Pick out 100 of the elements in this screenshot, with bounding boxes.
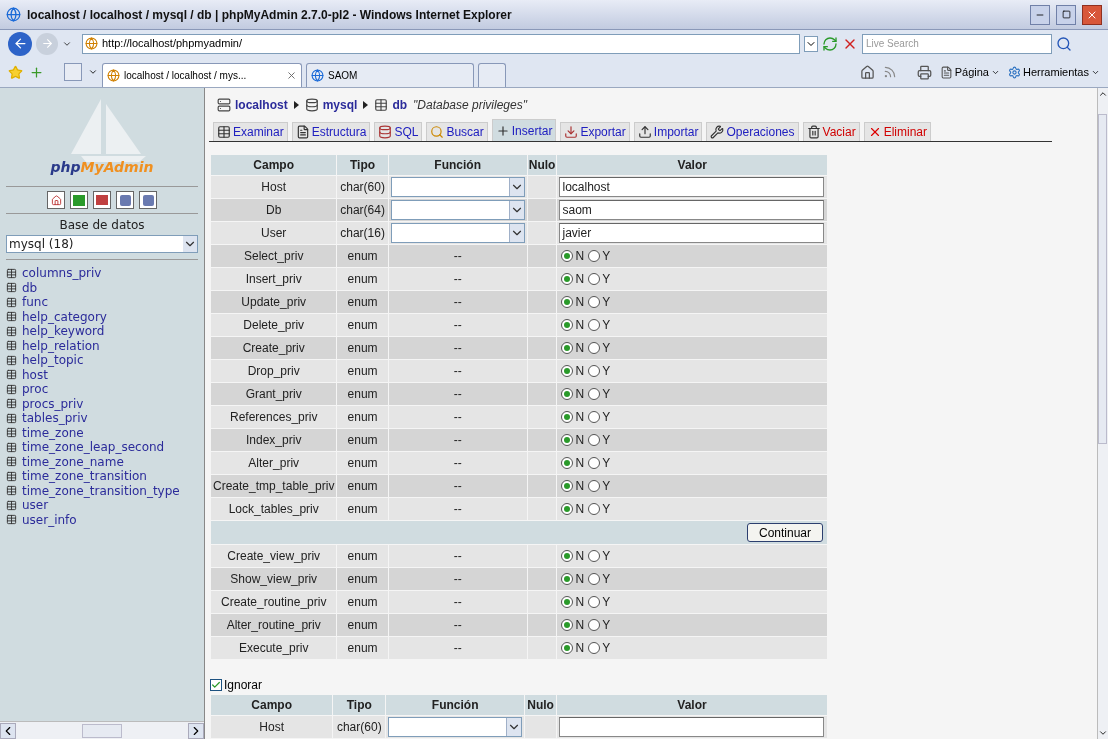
nav-tab[interactable]: Estructura [291, 122, 371, 141]
scroll-thumb[interactable] [1098, 113, 1107, 444]
radio-button[interactable] [561, 365, 574, 377]
table-link[interactable]: help_keyword [22, 324, 105, 339]
address-field[interactable]: http://localhost/phpmyadmin/ [82, 33, 800, 54]
browser-tab[interactable]: localhost / localhost / mys... [102, 63, 302, 87]
nav-tab[interactable]: Exportar [560, 122, 630, 141]
radio-button[interactable] [588, 503, 601, 515]
table-link[interactable]: help_relation [22, 338, 100, 353]
table-link[interactable]: columns_priv [22, 266, 102, 281]
radio-button[interactable] [588, 480, 601, 492]
table-link[interactable]: time_zone [22, 425, 84, 440]
table-icon[interactable] [6, 412, 17, 424]
nav-tab[interactable]: Insertar [491, 119, 557, 141]
nav-tab[interactable]: Buscar [426, 122, 488, 141]
table-icon[interactable] [6, 499, 17, 511]
add-favorite-icon[interactable] [29, 64, 44, 80]
table-link[interactable]: db [22, 280, 38, 295]
radio-button[interactable] [588, 434, 601, 446]
breadcrumb-link[interactable]: localhost [235, 96, 288, 114]
table-icon[interactable] [6, 441, 17, 453]
radio-button[interactable] [588, 457, 601, 469]
radio-button[interactable] [561, 642, 574, 654]
function-select[interactable] [390, 177, 525, 197]
radio-button[interactable] [588, 342, 601, 354]
database-select[interactable]: mysql (18) [6, 235, 198, 253]
table-icon[interactable] [6, 296, 17, 308]
close-tab-icon[interactable] [286, 70, 297, 81]
radio-button[interactable] [561, 619, 574, 631]
value-field[interactable]: localhost [559, 177, 825, 197]
radio-button[interactable] [561, 342, 574, 354]
table-icon[interactable] [6, 485, 17, 497]
table-link[interactable]: time_zone_leap_second [22, 440, 165, 455]
feeds-icon[interactable] [882, 65, 897, 79]
search-icon[interactable] [1056, 35, 1072, 52]
radio-button[interactable] [561, 388, 574, 400]
table-icon[interactable] [6, 398, 17, 410]
nav-tab[interactable]: Examinar [213, 122, 288, 141]
radio-button[interactable] [561, 273, 574, 285]
home-button[interactable] [47, 191, 65, 209]
nav-tab[interactable]: Operaciones [706, 122, 799, 141]
table-icon[interactable] [6, 514, 17, 526]
browser-tab[interactable]: SAOM [306, 63, 474, 87]
table-link[interactable]: time_zone_name [22, 454, 124, 469]
table-icon[interactable] [6, 354, 17, 366]
function-select[interactable] [390, 200, 525, 220]
table-icon[interactable] [6, 267, 17, 279]
radio-button[interactable] [561, 434, 574, 446]
tab-menu-icon[interactable] [88, 67, 98, 77]
table-link[interactable]: time_zone_transition [22, 469, 147, 484]
table-icon[interactable] [6, 282, 17, 294]
nav-tab[interactable]: Importar [633, 122, 703, 141]
nav-tab[interactable]: Eliminar [863, 122, 931, 141]
table-icon[interactable] [6, 369, 17, 381]
nav-tab[interactable]: SQL [374, 122, 423, 141]
minimize-button[interactable] [1030, 4, 1050, 25]
table-icon[interactable] [6, 340, 17, 352]
radio-button[interactable] [561, 550, 574, 562]
radio-button[interactable] [588, 250, 601, 262]
scroll-right-icon[interactable] [188, 722, 204, 739]
value-field[interactable] [559, 717, 824, 737]
table-link[interactable]: user [22, 498, 49, 513]
radio-button[interactable] [588, 550, 601, 562]
horizontal-scrollbar[interactable] [0, 721, 204, 739]
table-link[interactable]: tables_priv [22, 411, 88, 426]
radio-button[interactable] [561, 250, 574, 262]
table-link[interactable]: func [22, 295, 49, 310]
query-button[interactable] [70, 191, 88, 209]
radio-button[interactable] [561, 411, 574, 423]
radio-button[interactable] [561, 596, 574, 608]
table-link[interactable]: help_topic [22, 353, 84, 368]
radio-button[interactable] [588, 319, 601, 331]
value-field[interactable]: saom [559, 200, 825, 220]
address-dropdown-icon[interactable] [804, 35, 818, 52]
help-button[interactable] [139, 191, 157, 209]
function-select[interactable] [388, 717, 523, 737]
table-link[interactable]: procs_priv [22, 396, 84, 411]
home-icon[interactable] [859, 64, 875, 80]
logo-text[interactable]: phpMyAdmin [50, 157, 154, 178]
radio-button[interactable] [588, 273, 601, 285]
search-field[interactable]: Live Search [862, 33, 1052, 54]
table-link[interactable]: proc [22, 382, 49, 397]
table-icon[interactable] [6, 325, 17, 337]
close-button[interactable] [1082, 4, 1102, 25]
page-menu[interactable]: Página [939, 63, 1000, 81]
documentation-button[interactable] [116, 191, 134, 209]
vertical-scrollbar[interactable] [1097, 88, 1108, 739]
radio-button[interactable] [561, 573, 574, 585]
radio-button[interactable] [588, 388, 601, 400]
value-field[interactable]: javier [559, 223, 825, 243]
function-select[interactable] [390, 223, 525, 243]
table-link[interactable]: help_category [22, 309, 107, 324]
continue-button[interactable]: Continuar [746, 523, 823, 542]
table-link[interactable]: host [22, 367, 48, 382]
table-icon[interactable] [6, 470, 17, 482]
radio-button[interactable] [588, 573, 601, 585]
radio-button[interactable] [561, 480, 574, 492]
table-icon[interactable] [6, 456, 17, 468]
sql-window-button[interactable] [93, 191, 111, 209]
table-icon[interactable] [6, 311, 17, 323]
